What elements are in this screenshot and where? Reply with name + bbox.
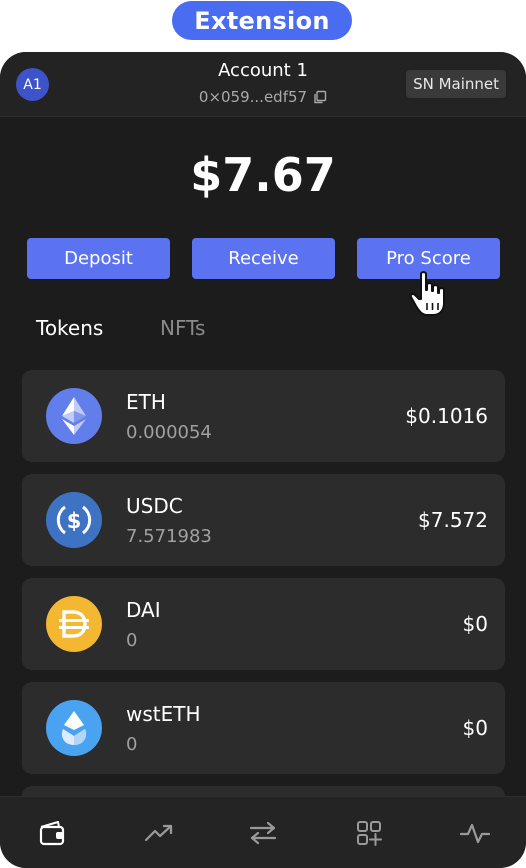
token-amount: 0 [126, 734, 138, 755]
usdc-icon: $ [46, 492, 102, 548]
network-selector[interactable]: SN Mainnet [406, 70, 506, 98]
wallet-icon[interactable] [32, 813, 72, 853]
copy-icon[interactable] [313, 90, 327, 104]
deposit-button[interactable]: Deposit [27, 238, 170, 279]
tab-tokens[interactable]: Tokens [36, 316, 103, 340]
token-value: $0 [462, 612, 488, 636]
token-amount: 0.000054 [126, 422, 212, 443]
token-symbol: USDC [126, 494, 183, 518]
activity-icon[interactable] [455, 813, 495, 853]
token-row-eth[interactable]: ETH 0.000054 $0.1016 [22, 370, 505, 462]
hand-cursor-icon [409, 271, 445, 316]
token-row-usdc[interactable]: $ USDC 7.571983 $7.572 [22, 474, 505, 566]
token-value: $0 [462, 716, 488, 740]
wallet-window: A1 Account 1 0×059...edf57 SN Mainnet $7… [0, 52, 526, 868]
token-row-wsteth[interactable]: wstETH 0 $0 [22, 682, 505, 774]
account-address: 0×059...edf57 [198, 88, 308, 106]
total-balance: $7.67 [190, 148, 336, 202]
token-amount: 7.571983 [126, 526, 212, 547]
token-symbol: ETH [126, 390, 166, 414]
svg-text:$: $ [67, 509, 82, 533]
token-row-dai[interactable]: DAI 0 $0 [22, 578, 505, 670]
trending-icon[interactable] [139, 813, 179, 853]
token-symbol: DAI [126, 598, 161, 622]
token-symbol: wstETH [126, 702, 201, 726]
swap-icon[interactable] [243, 813, 283, 853]
tab-nfts[interactable]: NFTs [160, 316, 205, 340]
top-bar: A1 Account 1 0×059...edf57 SN Mainnet [0, 52, 526, 117]
dai-icon [46, 596, 102, 652]
ethereum-icon [46, 388, 102, 444]
extension-badge: Extension [172, 1, 352, 40]
wsteth-icon [46, 700, 102, 756]
token-value: $0.1016 [405, 404, 488, 428]
token-amount: 0 [126, 630, 138, 651]
bottom-navigation [0, 796, 526, 868]
token-value: $7.572 [418, 508, 488, 532]
apps-icon[interactable] [349, 813, 389, 853]
receive-button[interactable]: Receive [192, 238, 335, 279]
